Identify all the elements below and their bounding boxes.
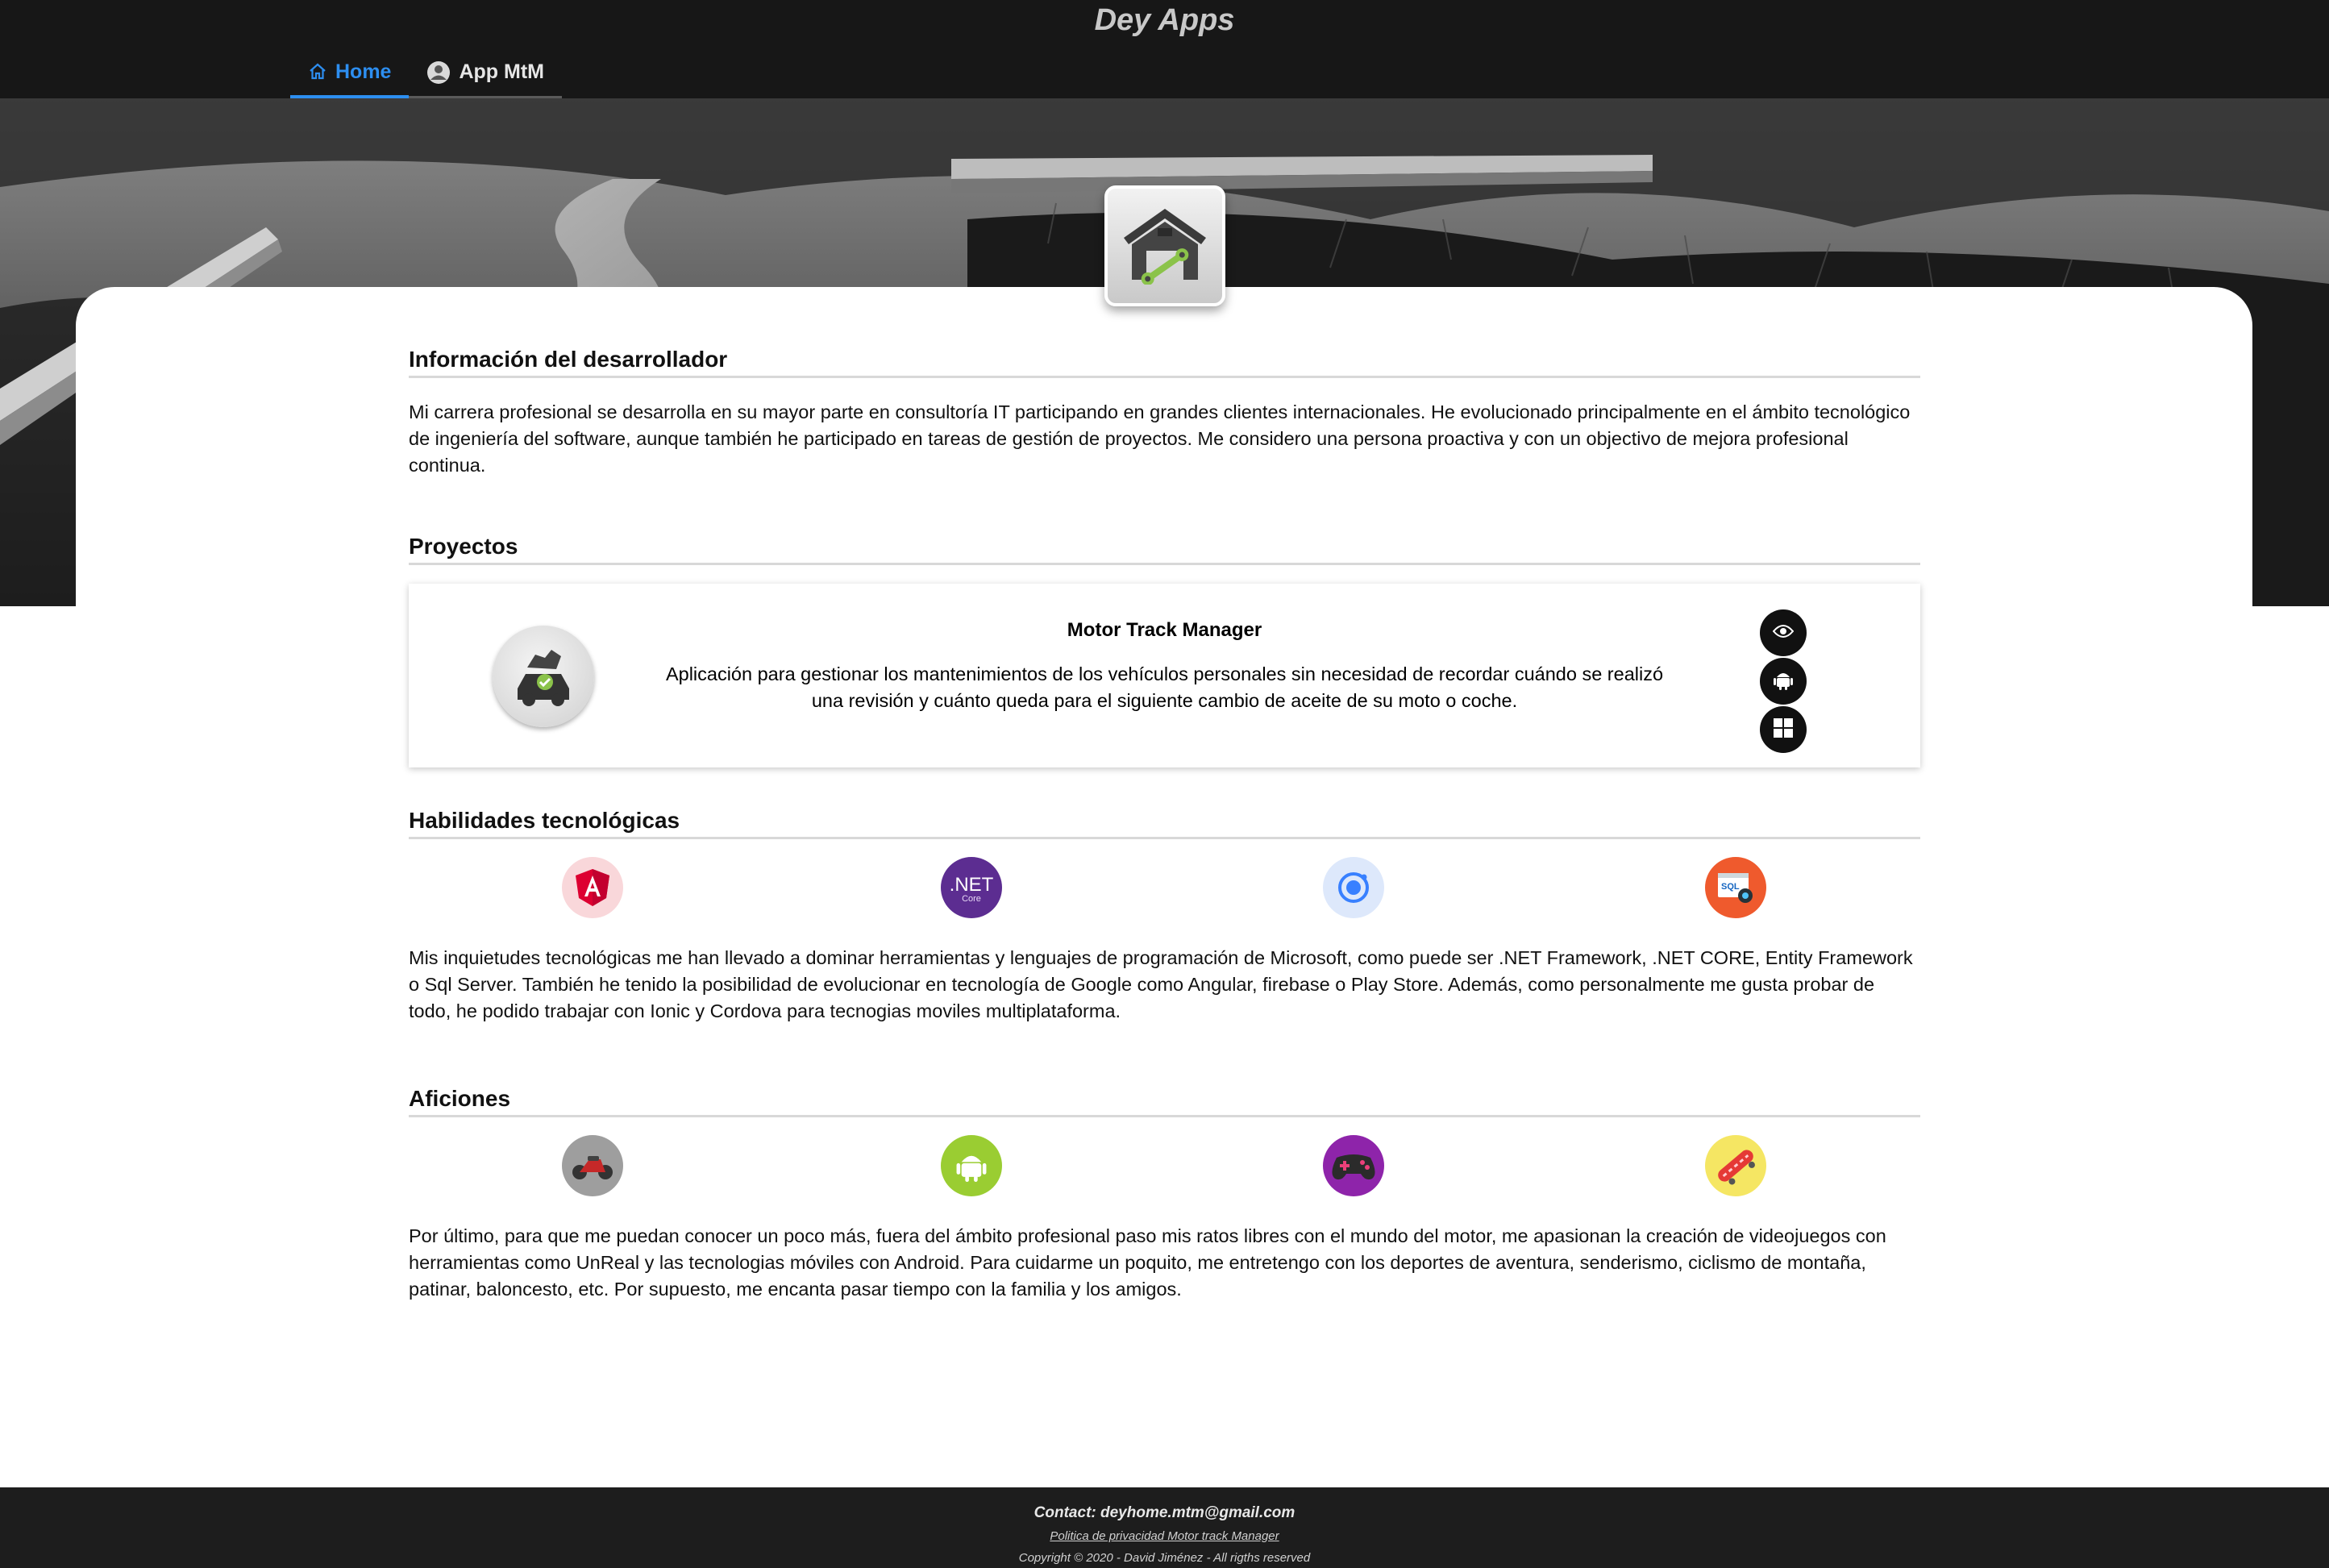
tab-app-mtm[interactable]: App MtM xyxy=(409,48,562,98)
skateboard-icon xyxy=(1705,1135,1766,1196)
dotnet-label: .NET xyxy=(949,874,994,896)
projects-section-title: Proyectos xyxy=(409,534,1920,565)
windows-icon xyxy=(1773,717,1794,742)
hobbies-section: Aficiones xyxy=(409,1086,1920,1117)
developer-section-title: Información del desarrollador xyxy=(409,347,1920,378)
home-icon xyxy=(308,62,327,81)
skills-text-block: Mis inquietudes tecnológicas me han llev… xyxy=(409,924,1920,1025)
motorcycle-icon xyxy=(562,1135,623,1196)
gamepad-icon xyxy=(1323,1135,1384,1196)
site-title: Dey Apps xyxy=(1094,3,1235,37)
tab-home[interactable]: Home xyxy=(290,48,410,98)
project-description: Aplicación para gestionar los mantenimie… xyxy=(665,663,1664,711)
dotnet-icon: .NET Core xyxy=(941,857,1002,918)
sql-label: SQL xyxy=(1721,882,1740,892)
tab-app-mtm-label: App MtM xyxy=(459,60,544,83)
footer-contact: Contact: deyhome.mtm@gmail.com xyxy=(1033,1504,1296,1521)
skills-text: Mis inquietudes tecnológicas me han llev… xyxy=(409,947,1913,1021)
developer-section: Información del desarrollador Mi carrera… xyxy=(409,347,1920,479)
sql-server-icon: SQL xyxy=(1705,857,1766,918)
footer-copyright: Copyright © 2020 - David Jiménez - All r… xyxy=(1018,1551,1311,1565)
android-icon xyxy=(1773,668,1794,695)
top-bar: Dey Apps Home App MtM xyxy=(0,0,2329,98)
hobbies-section-title: Aficiones xyxy=(409,1086,1920,1117)
ionic-icon xyxy=(1323,857,1384,918)
skills-section-title: Habilidades tecnológicas xyxy=(409,808,1920,839)
eye-icon xyxy=(1772,624,1795,643)
hobbies-text: Por último, para que me puedan conocer u… xyxy=(409,1225,1886,1300)
footer: Contact: deyhome.mtm@gmail.com Politica … xyxy=(0,1487,2329,1568)
projects-section: Proyectos xyxy=(409,534,1920,565)
motor-track-manager-logo xyxy=(493,626,594,727)
avatar-icon xyxy=(426,60,451,85)
skills-icons: .NET Core SQL xyxy=(409,857,1920,921)
android-hobby-icon xyxy=(941,1135,1002,1196)
project-title: Motor Track Manager xyxy=(1067,619,1262,641)
windows-download-button[interactable] xyxy=(1760,706,1807,753)
developer-text: Mi carrera profesional se desarrolla en … xyxy=(409,401,1911,476)
view-project-button[interactable] xyxy=(1760,609,1807,656)
hobbies-icons xyxy=(409,1135,1920,1200)
app-logo xyxy=(1104,185,1225,306)
hobbies-text-block: Por último, para que me puedan conocer u… xyxy=(409,1202,1920,1303)
skills-section: Habilidades tecnológicas xyxy=(409,808,1920,839)
android-download-button[interactable] xyxy=(1760,658,1807,705)
angular-icon xyxy=(562,857,623,918)
dotnet-sublabel: Core xyxy=(962,894,981,904)
garage-wrench-icon xyxy=(1117,204,1212,289)
project-card: Motor Track Manager Aplicación para gest… xyxy=(409,584,1920,767)
tab-home-label: Home xyxy=(335,60,392,83)
privacy-policy-link[interactable]: Politica de privacidad Motor track Manag… xyxy=(0,1529,2329,1543)
main-nav: Home App MtM xyxy=(290,48,562,98)
